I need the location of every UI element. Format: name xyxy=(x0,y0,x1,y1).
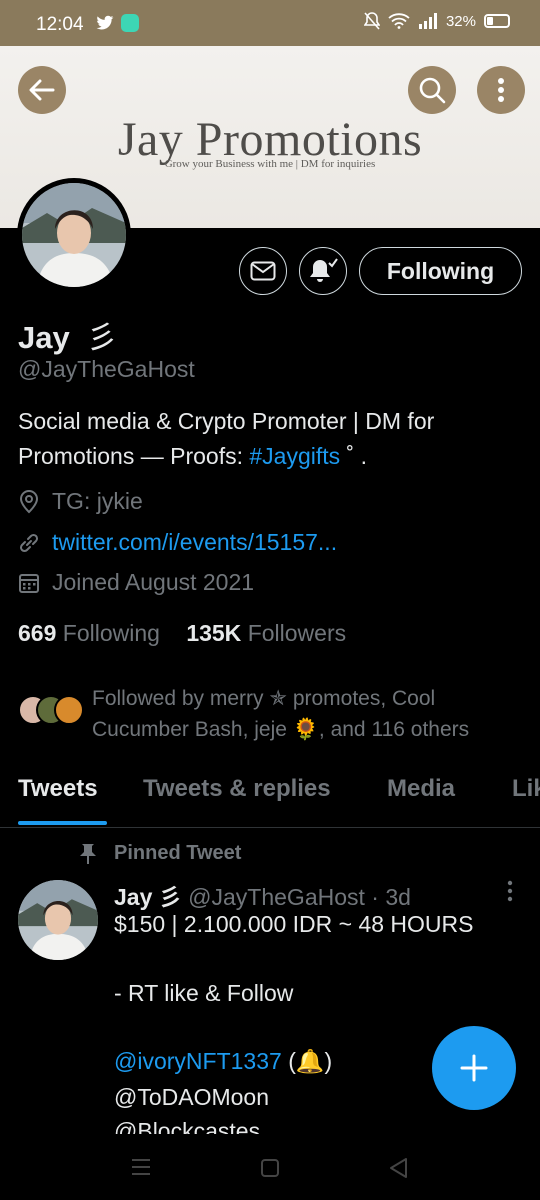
profile-bio: Social media & Crypto Promoter | DM for … xyxy=(18,404,528,474)
following-stat[interactable]: 669 Following xyxy=(18,620,160,646)
status-right: 32% xyxy=(363,12,510,30)
notifications-button[interactable] xyxy=(299,247,347,295)
home-icon[interactable] xyxy=(260,1158,280,1178)
bell-suffix: (🔔) xyxy=(288,1048,333,1074)
recents-icon[interactable] xyxy=(131,1158,151,1176)
tweet-header: Jay 彡 @JayTheGaHost · 3d xyxy=(114,878,411,912)
tweet-line-3: @ivoryNFT1337 (🔔) xyxy=(114,1048,332,1075)
compose-tweet-button[interactable] xyxy=(432,1026,516,1110)
joined-row: Joined August 2021 xyxy=(18,569,254,596)
following-label: Following xyxy=(62,620,160,646)
status-time: 12:04 xyxy=(36,14,84,35)
followed-by-text: Followed by merry ✯ promotes, Cool Cucum… xyxy=(92,687,470,741)
signal-icon xyxy=(418,13,437,29)
search-icon xyxy=(419,77,446,104)
followers-stat[interactable]: 135K Followers xyxy=(186,620,346,646)
tab-likes[interactable]: Lik xyxy=(512,775,540,803)
more-vertical-icon xyxy=(498,78,504,102)
bio-text: Social media & Crypto Promoter | DM for … xyxy=(18,408,435,469)
followers-label: Followers xyxy=(247,620,347,646)
bell-check-icon xyxy=(310,258,338,282)
profile-stats: 669 Following 135K Followers xyxy=(18,620,346,647)
location-pin-icon xyxy=(19,489,39,513)
back-icon[interactable] xyxy=(388,1157,408,1179)
profile-name-glyph: 彡 xyxy=(86,320,118,355)
avatar-photo xyxy=(22,183,126,287)
tab-tweets[interactable]: Tweets xyxy=(18,775,98,803)
app-icon xyxy=(121,14,139,32)
location-text: TG: jykie xyxy=(52,488,143,514)
profile-name-text: Jay xyxy=(18,320,70,355)
status-bar: 12:04 32% xyxy=(0,0,540,46)
system-nav-bar xyxy=(0,1134,540,1200)
mention-blockcastes[interactable]: @Blockcastes xyxy=(114,1118,260,1134)
following-count: 669 xyxy=(18,620,57,646)
tweet-handle-time: @JayTheGaHost · 3d xyxy=(188,884,411,910)
pinned-label-row: Pinned Tweet xyxy=(78,842,241,865)
location-row: TG: jykie xyxy=(18,488,143,515)
profile-avatar[interactable] xyxy=(17,178,131,292)
mention-todaomoon[interactable]: @ToDAOMoon xyxy=(114,1084,269,1111)
tweet-avatar[interactable] xyxy=(18,880,98,960)
url-row: twitter.com/i/events/15157... xyxy=(18,529,337,556)
profile-tabs: Tweets Tweets & replies Media Lik xyxy=(0,770,540,828)
battery-percent: 32% xyxy=(445,12,476,30)
profile-handle: @JayTheGaHost xyxy=(18,356,195,382)
mute-icon xyxy=(363,12,380,30)
search-button[interactable] xyxy=(408,66,456,114)
following-button[interactable]: Following xyxy=(359,247,522,295)
banner-subtitle: Grow your Business with me | DM for inqu… xyxy=(164,158,376,170)
more-button[interactable] xyxy=(477,66,525,114)
mail-icon xyxy=(250,261,276,281)
tab-media[interactable]: Media xyxy=(387,775,455,803)
tweet-more-icon[interactable] xyxy=(507,880,513,902)
message-button[interactable] xyxy=(239,247,287,295)
mention-ivorynft[interactable]: @ivoryNFT1337 xyxy=(114,1048,282,1074)
profile-screen: 12:04 32% Jay Promotions Grow your Busin… xyxy=(0,0,540,1200)
wifi-icon xyxy=(388,13,410,29)
profile-url[interactable]: twitter.com/i/events/15157... xyxy=(52,529,337,556)
bio-hashtag[interactable]: #Jaygifts xyxy=(249,443,340,469)
pin-icon xyxy=(80,843,96,864)
tab-tweets-replies[interactable]: Tweets & replies xyxy=(143,775,331,803)
arrow-left-icon xyxy=(29,79,55,101)
tweet-line-1: $150 | 2.100.000 IDR ~ 48 HOURS xyxy=(114,911,474,937)
followers-count: 135K xyxy=(186,620,242,646)
tweet-author[interactable]: Jay 彡 xyxy=(114,884,182,910)
joined-text: Joined August 2021 xyxy=(52,569,255,595)
profile-name: Jay 彡 xyxy=(18,312,117,357)
follower-avatar-3 xyxy=(54,695,84,725)
bio-tail: ˚ . xyxy=(340,443,367,469)
link-icon xyxy=(19,533,39,552)
plus-icon xyxy=(460,1054,488,1082)
calendar-icon xyxy=(19,573,39,593)
active-tab-indicator xyxy=(18,821,107,825)
followed-by[interactable]: Followed by merry ✯ promotes, Cool Cucum… xyxy=(18,683,538,749)
tweet-line-2: - RT like & Follow xyxy=(114,980,294,1006)
twitter-icon xyxy=(96,15,114,30)
pinned-label: Pinned Tweet xyxy=(114,842,242,864)
battery-icon xyxy=(484,14,510,28)
back-button[interactable] xyxy=(18,66,66,114)
